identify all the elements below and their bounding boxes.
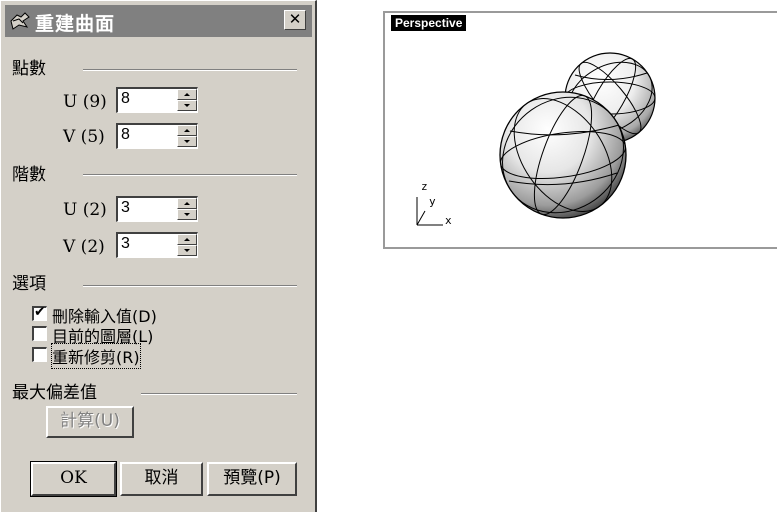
points-group-divider bbox=[83, 69, 297, 71]
spin-down-icon bbox=[184, 213, 190, 216]
ok-button[interactable]: OK bbox=[30, 461, 117, 497]
u-degree-increment-button[interactable] bbox=[177, 198, 197, 209]
v-points-label: V (5) bbox=[63, 127, 105, 147]
close-button[interactable]: ✕ bbox=[284, 10, 306, 30]
options-group-divider bbox=[83, 285, 297, 287]
spin-up-icon bbox=[184, 238, 190, 241]
options-group-label: 選項 bbox=[12, 274, 46, 294]
degree-group-label: 階數 bbox=[12, 165, 46, 185]
current-layer-checkbox[interactable] bbox=[32, 326, 47, 341]
retrim-option[interactable]: 重新修剪(R) bbox=[32, 343, 232, 369]
dialog-title: 重建曲面 bbox=[35, 13, 116, 35]
v-degree-label: V (2) bbox=[63, 237, 105, 257]
v-points-value[interactable]: 8 bbox=[121, 126, 130, 144]
viewport-canvas[interactable] bbox=[385, 13, 777, 247]
u-degree-decrement-button[interactable] bbox=[177, 209, 197, 220]
close-icon: ✕ bbox=[288, 10, 302, 28]
u-degree-value[interactable]: 3 bbox=[121, 199, 130, 217]
points-group-label: 點數 bbox=[12, 59, 46, 79]
u-points-label: U (9) bbox=[63, 92, 107, 112]
v-degree-increment-button[interactable] bbox=[177, 234, 197, 245]
spin-down-icon bbox=[184, 140, 190, 143]
u-degree-label: U (2) bbox=[63, 200, 107, 220]
axis-y-label: y bbox=[429, 195, 436, 208]
preview-button[interactable]: 預覽(P) bbox=[207, 462, 297, 496]
checkmark-icon: ✔ bbox=[34, 304, 46, 320]
v-points-spinner[interactable]: 8 bbox=[116, 123, 198, 149]
cancel-button-label: 取消 bbox=[144, 468, 179, 488]
calculate-button-label: 計算(U) bbox=[60, 411, 120, 431]
u-points-increment-button[interactable] bbox=[177, 89, 197, 100]
v-points-increment-button[interactable] bbox=[177, 125, 197, 136]
axis-z-label: z bbox=[421, 180, 428, 193]
v-points-decrement-button[interactable] bbox=[177, 136, 197, 147]
retrim-label[interactable]: 重新修剪(R) bbox=[51, 343, 141, 369]
current-layer-option[interactable]: 目前的圖層(L) bbox=[32, 324, 232, 346]
u-degree-spinner[interactable]: 3 bbox=[116, 196, 198, 222]
spin-up-icon bbox=[184, 129, 190, 132]
dialog-titlebar[interactable]: 重建曲面 ✕ bbox=[5, 5, 312, 37]
spin-up-icon bbox=[184, 93, 190, 96]
u-points-spinner[interactable]: 8 bbox=[116, 87, 198, 113]
preview-button-label: 預覽(P) bbox=[223, 468, 281, 488]
viewport-title-tab[interactable]: Perspective bbox=[391, 15, 467, 31]
max-deviation-group-label: 最大偏差值 bbox=[12, 383, 97, 403]
ok-button-label: OK bbox=[60, 468, 87, 488]
spin-down-icon bbox=[184, 249, 190, 252]
delete-input-checkbox[interactable]: ✔ bbox=[32, 304, 47, 321]
v-degree-decrement-button[interactable] bbox=[177, 245, 197, 256]
retrim-checkbox[interactable] bbox=[32, 347, 47, 362]
spin-down-icon bbox=[184, 104, 190, 107]
rebuild-surface-icon bbox=[9, 11, 31, 31]
rebuild-surface-dialog: 重建曲面 ✕ 點數 U (9) 8 V (5) 8 階數 U (2) 3 V (… bbox=[0, 0, 317, 512]
perspective-viewport[interactable]: z y x Perspective bbox=[383, 11, 777, 249]
axis-x-label: x bbox=[445, 214, 452, 227]
spin-up-icon bbox=[184, 202, 190, 205]
calculate-button[interactable]: 計算(U) bbox=[46, 406, 134, 438]
max-deviation-group-divider bbox=[141, 393, 297, 395]
u-points-decrement-button[interactable] bbox=[177, 100, 197, 111]
v-degree-value[interactable]: 3 bbox=[121, 235, 130, 253]
u-points-value[interactable]: 8 bbox=[121, 90, 130, 108]
v-degree-spinner[interactable]: 3 bbox=[116, 232, 198, 258]
degree-group-divider bbox=[83, 174, 297, 176]
cancel-button[interactable]: 取消 bbox=[120, 462, 203, 496]
